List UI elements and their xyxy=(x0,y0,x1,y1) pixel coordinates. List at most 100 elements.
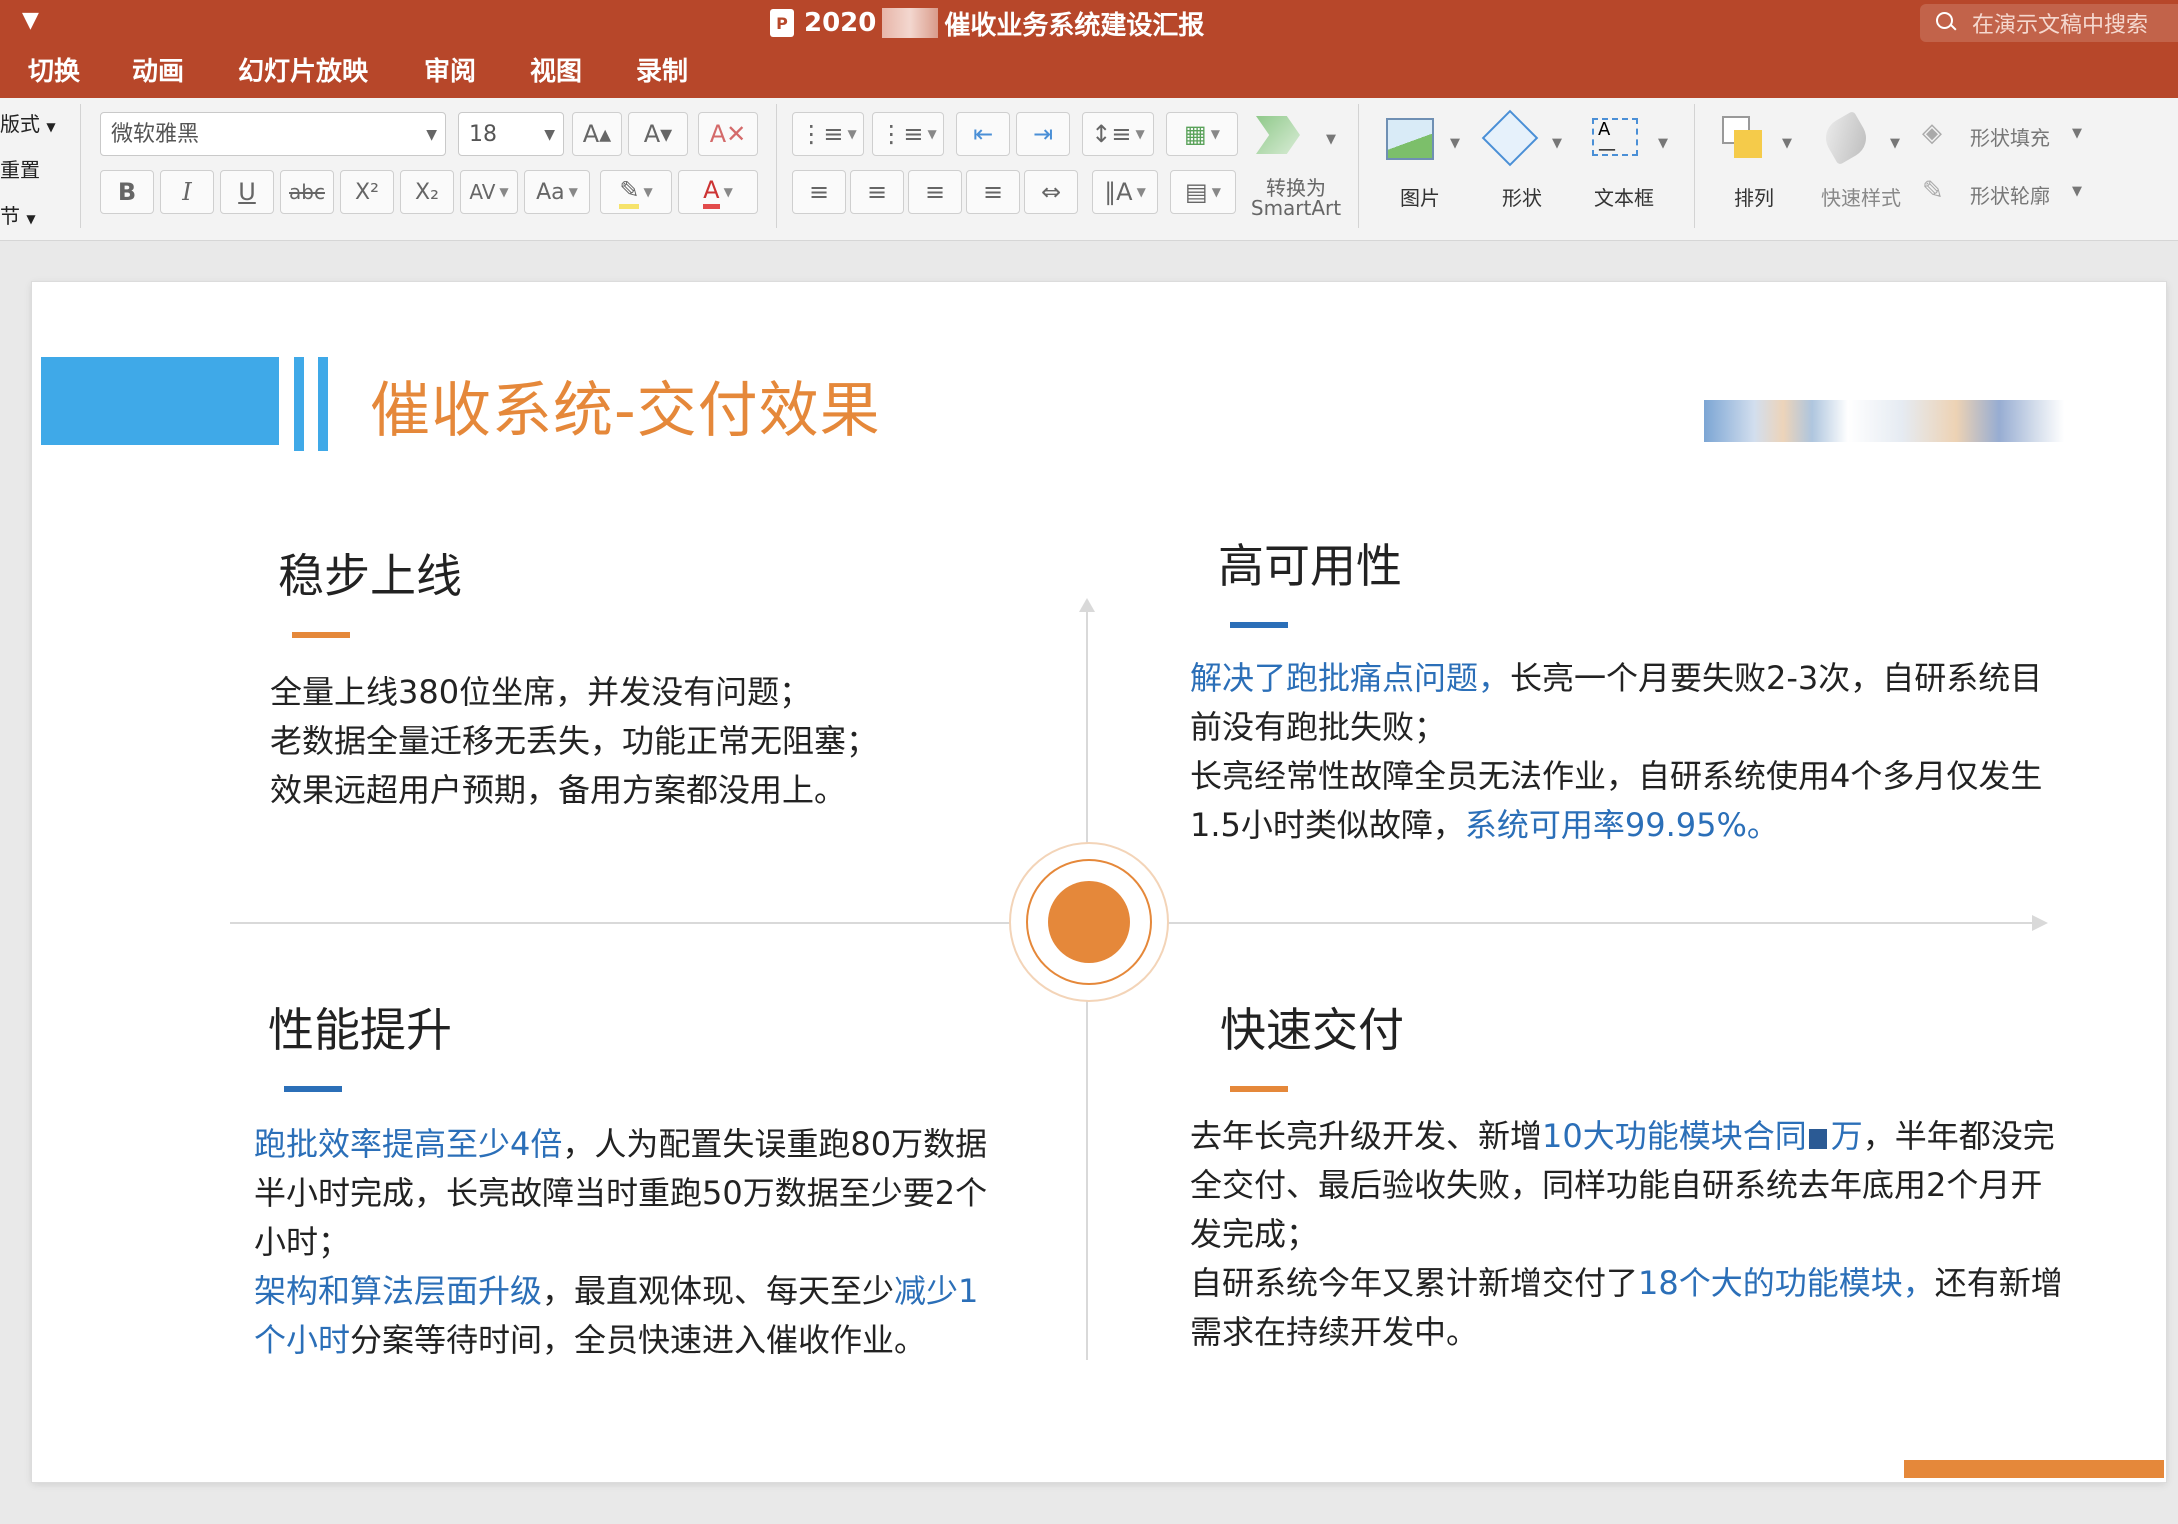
font-name-value: 微软雅黑 xyxy=(111,122,200,147)
underline-button[interactable]: U xyxy=(220,170,274,214)
align-text-button[interactable]: ▤ ▼ xyxy=(1170,170,1236,214)
q4-text: 自研系统今年又累计新增交付了 xyxy=(1190,1264,1639,1302)
q4-text: ，半年都没完 xyxy=(1862,1117,2055,1155)
font-name-select[interactable]: 微软雅黑 ▼ xyxy=(100,112,446,156)
q4-line: 需求在持续开发中。 xyxy=(1190,1313,1479,1351)
title-bar: ▼ P 2020 催收业务系统建设汇报 在演示文稿中搜索 xyxy=(0,0,2178,46)
title-accent-bar xyxy=(41,357,279,445)
highlight-color-button[interactable]: ✎ ▼ xyxy=(600,170,672,214)
q3-line: 架构和算法层面升级，最直观体现、每天至少减少1 xyxy=(254,1267,987,1316)
q2-underline xyxy=(1230,622,1288,628)
arrange-button[interactable]: ▼ 排列 xyxy=(1712,112,1796,212)
footer-accent-bar xyxy=(1904,1460,2164,1478)
increase-indent-button[interactable]: ⇥ xyxy=(1016,112,1070,156)
distribute-button[interactable]: ⇔ xyxy=(1024,170,1078,214)
q2-line: 解决了跑批痛点问题，长亮一个月要失败2-3次，自研系统目 xyxy=(1190,654,2042,703)
powerpoint-app-icon: P xyxy=(770,9,794,37)
align-right-icon: ≡ xyxy=(924,178,946,206)
q4-body[interactable]: 去年长亮升级开发、新增10大功能模块合同 万，半年都没完 全交付、最后验收失败，同… xyxy=(1190,1112,2063,1357)
eraser-icon: A✕ xyxy=(709,120,747,148)
q2-line: 1.5小时类似故障，系统可用率99.95%。 xyxy=(1190,801,2042,850)
ribbon-divider xyxy=(776,104,777,228)
q3-title[interactable]: 性能提升 xyxy=(268,994,452,1060)
font-size-select[interactable]: 18 ▼ xyxy=(458,112,564,156)
bullet-list-icon: ⋮≡ xyxy=(799,120,844,148)
tab-transitions[interactable]: 切换 xyxy=(28,52,80,92)
document-title-prefix: 2020 xyxy=(804,8,877,38)
quick-styles-label: 快速样式 xyxy=(1821,186,1901,210)
paint-bucket-icon: ◈ xyxy=(1922,118,1942,148)
spacing-icon: AV xyxy=(469,180,496,204)
align-right-button[interactable]: ≡ xyxy=(908,170,962,214)
textbox-label: 文本框 xyxy=(1594,186,1654,210)
quick-styles-button[interactable]: ▼ 快速样式 xyxy=(1806,110,1916,212)
shapes-icon xyxy=(1481,109,1539,167)
slide-canvas[interactable]: 催收系统-交付效果 稳步上线 全量上线380位坐席，并发没有问题； 老数据全量迁… xyxy=(32,282,2166,1482)
section-button[interactable]: 节 ▼ xyxy=(0,200,36,229)
search-icon xyxy=(1936,12,1958,34)
outdent-icon: ⇤ xyxy=(972,120,994,148)
q3-text: ，人为配置失误重跑80万数据 xyxy=(562,1125,988,1163)
shape-button[interactable]: ▼ 形状 xyxy=(1480,109,1564,212)
q3-body[interactable]: 跑批效率提高至少4倍，人为配置失误重跑80万数据 半小时完成，长亮故障当时重跑5… xyxy=(254,1120,987,1365)
q1-body[interactable]: 全量上线380位坐席，并发没有问题； 老数据全量迁移无丢失，功能正常无阻塞； 效… xyxy=(270,668,878,815)
change-case-icon: Aa xyxy=(536,179,565,205)
ribbon-divider xyxy=(1358,104,1359,228)
justify-button[interactable]: ≡ xyxy=(966,170,1020,214)
q2-title[interactable]: 高可用性 xyxy=(1218,530,1402,596)
shape-outline-button[interactable]: ✎ 形状轮廓 ▼ xyxy=(1922,176,2082,210)
align-left-button[interactable]: ≡ xyxy=(792,170,846,214)
picture-button[interactable]: ▼ 图片 xyxy=(1378,112,1462,212)
align-text-icon: ▤ xyxy=(1185,178,1208,206)
q3-line: 小时； xyxy=(254,1223,351,1261)
q3-line: 跑批效率提高至少4倍，人为配置失误重跑80万数据 xyxy=(254,1120,987,1169)
q1-title[interactable]: 稳步上线 xyxy=(278,540,462,606)
align-center-icon: ≡ xyxy=(866,178,888,206)
tab-record[interactable]: 录制 xyxy=(636,52,688,92)
superscript-button[interactable]: X² xyxy=(340,170,394,214)
numbered-list-icon: ⋮≡ xyxy=(879,120,924,148)
tab-review[interactable]: 审阅 xyxy=(424,52,476,92)
quick-styles-icon xyxy=(1818,110,1874,166)
ribbon-divider xyxy=(80,104,81,228)
reset-button[interactable]: 重置 xyxy=(0,154,40,183)
text-direction-button[interactable]: ∥A ▼ xyxy=(1092,170,1158,214)
textbox-button[interactable]: A — ▼ 文本框 xyxy=(1582,112,1682,212)
shape-fill-button[interactable]: ◈ 形状填充 ▼ xyxy=(1922,118,2082,152)
slide-title[interactable]: 催收系统-交付效果 xyxy=(370,362,881,449)
indent-icon: ⇥ xyxy=(1032,120,1054,148)
shape-fill-label: 形状填充 xyxy=(1970,126,2050,150)
numbering-button[interactable]: ⋮≡ ▼ xyxy=(872,112,944,156)
tab-slideshow[interactable]: 幻灯片放映 xyxy=(238,52,368,92)
q2-body[interactable]: 解决了跑批痛点问题，长亮一个月要失败2-3次，自研系统目 前没有跑批失败； 长亮… xyxy=(1190,654,2042,850)
strikethrough-button[interactable]: abc xyxy=(280,170,334,214)
decrease-indent-button[interactable]: ⇤ xyxy=(956,112,1010,156)
change-case-button[interactable]: Aa ▼ xyxy=(524,170,590,214)
decrease-font-button[interactable]: A▾ xyxy=(628,112,688,156)
q3-line: 个小时分案等待时间，全员快速进入催收作业。 xyxy=(254,1316,987,1365)
subscript-button[interactable]: X₂ xyxy=(400,170,454,214)
title-accent-stripe xyxy=(294,357,304,451)
align-left-icon: ≡ xyxy=(808,178,830,206)
q4-title[interactable]: 快速交付 xyxy=(1220,994,1404,1060)
bold-button[interactable]: B xyxy=(100,170,154,214)
font-color-button[interactable]: A ▼ xyxy=(678,170,758,214)
textbox-icon: A — xyxy=(1592,118,1638,160)
clear-formatting-button[interactable]: A✕ xyxy=(698,112,758,156)
search-box[interactable]: 在演示文稿中搜索 xyxy=(1920,4,2178,42)
increase-font-button[interactable]: A▴ xyxy=(572,112,622,156)
layout-button[interactable]: 版式 ▼ xyxy=(0,108,56,137)
character-spacing-button[interactable]: AV ▼ xyxy=(460,170,518,214)
line-spacing-button[interactable]: ↕≡ ▼ xyxy=(1082,112,1154,156)
italic-button[interactable]: I xyxy=(160,170,214,214)
tab-view[interactable]: 视图 xyxy=(530,52,582,92)
tab-animations[interactable]: 动画 xyxy=(132,52,184,92)
q4-line: 发完成； xyxy=(1190,1215,1319,1253)
quick-access-dropdown-icon[interactable]: ▼ xyxy=(22,8,39,33)
smartart-button[interactable]: ▼ 转换为 SmartArt xyxy=(1246,112,1346,232)
font-shrink-icon: A▾ xyxy=(643,120,673,148)
columns-button[interactable]: ▦ ▼ xyxy=(1166,112,1238,156)
bullets-button[interactable]: ⋮≡ ▼ xyxy=(792,112,864,156)
align-center-button[interactable]: ≡ xyxy=(850,170,904,214)
columns-icon: ▦ xyxy=(1184,120,1207,148)
